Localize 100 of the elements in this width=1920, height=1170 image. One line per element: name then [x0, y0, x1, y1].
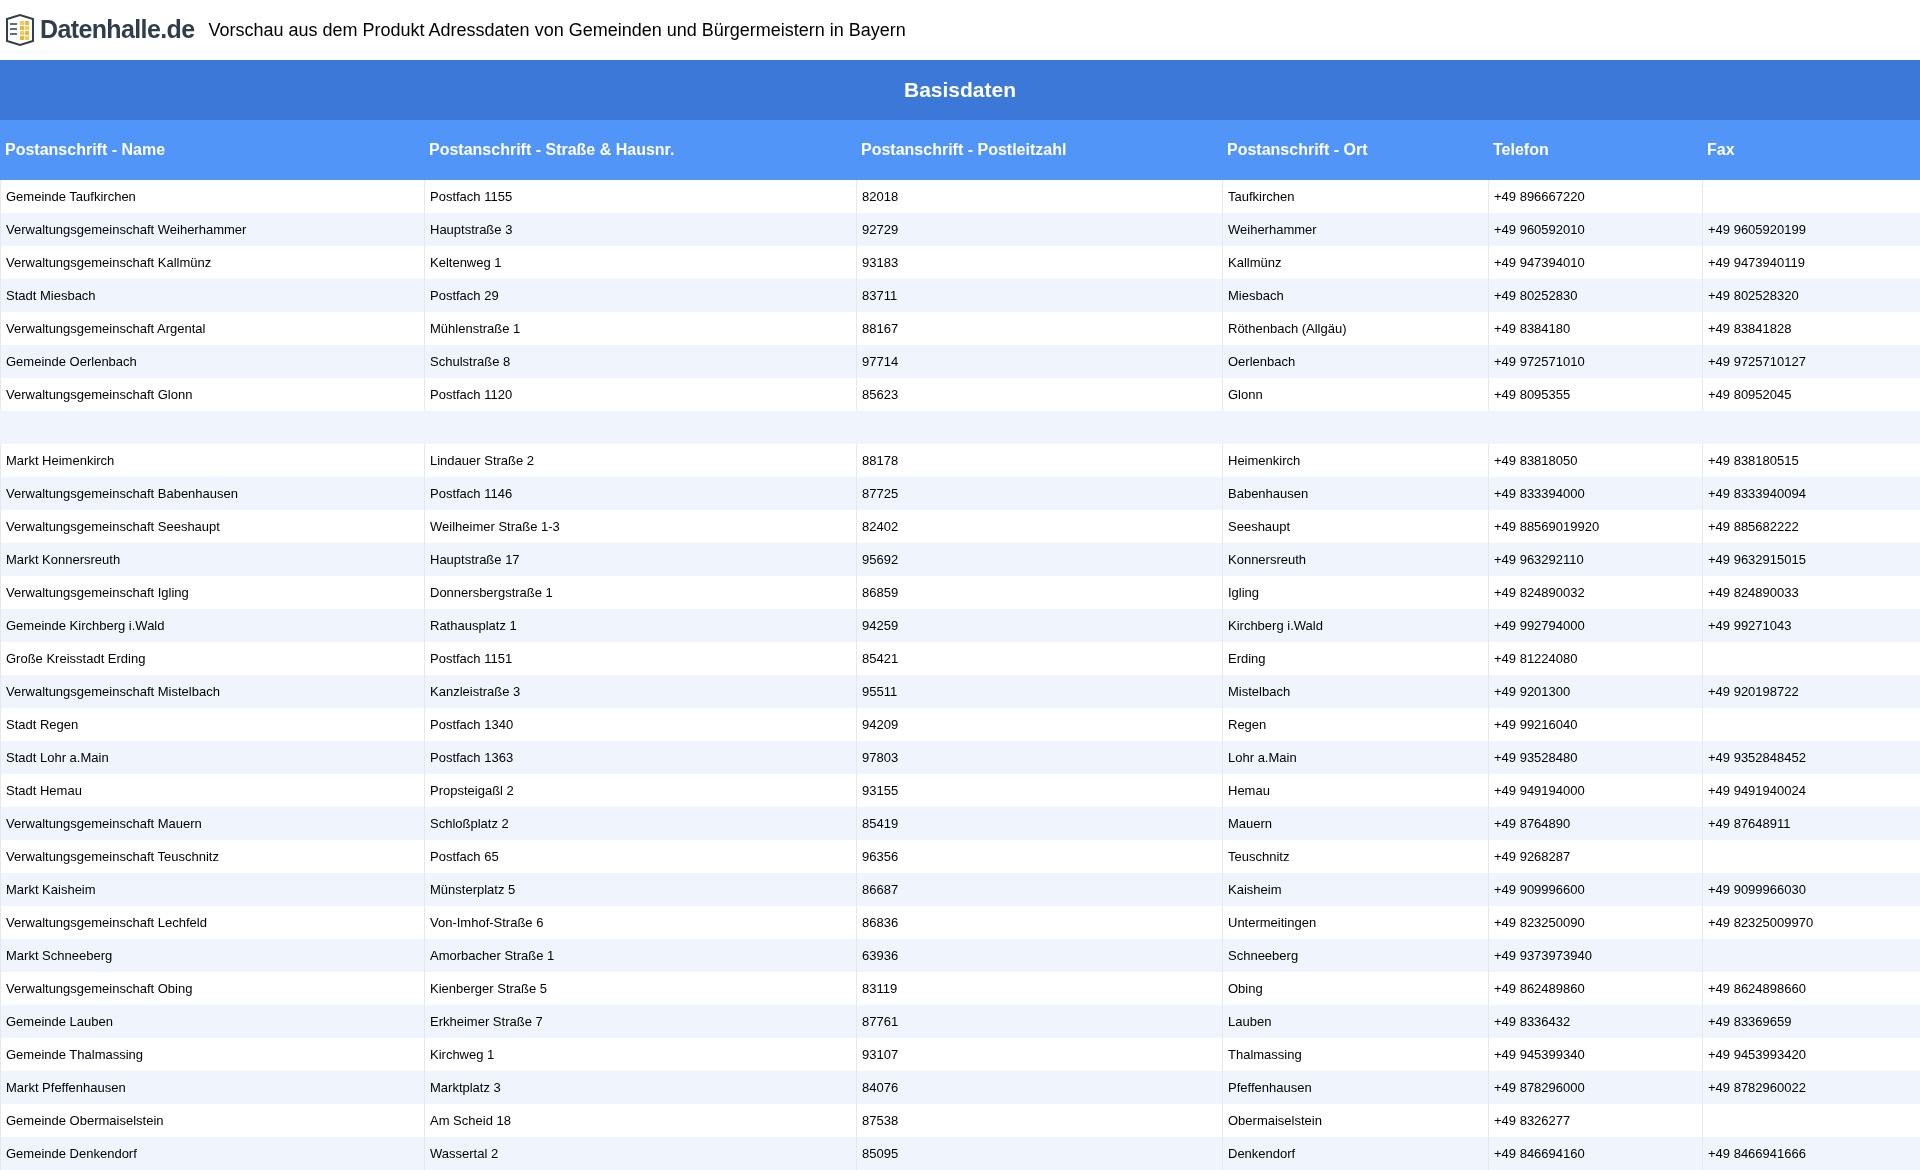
table-cell-text: Postfach 1155 [430, 187, 513, 206]
table-cell-text: Donnersbergstraße 1 [430, 583, 553, 602]
table-cell-text: Röthenbach (Allgäu) [1228, 319, 1347, 338]
table-cell-text: Verwaltungsgemeinschaft Mauern [6, 814, 202, 833]
table-cell-text: +49 9201300 [1494, 682, 1571, 701]
table-cell-text: +49 99216040 [1494, 715, 1578, 734]
table-cell-text: Hauptstraße 3 [430, 220, 513, 239]
table-cell-text: Regen [1228, 715, 1267, 734]
table-cell-text: 86687 [862, 880, 899, 899]
table-cell-text: +49 838180515 [1708, 451, 1799, 470]
table-cell-text: Verwaltungsgemeinschaft Glonn [6, 385, 193, 404]
table-cell-text: 88178 [862, 451, 899, 470]
table-cell-text: 97714 [862, 352, 899, 371]
table-cell-text: +49 9632915015 [1708, 550, 1806, 569]
table-cell-text: Seeshaupt [1228, 517, 1291, 536]
table-cell-text: Propsteigaßl 2 [430, 781, 514, 800]
table-cell-text: 87761 [862, 1012, 899, 1031]
table-cell-text: +49 823250090 [1494, 913, 1585, 932]
table-cell-text: Kirchberg i.Wald [1228, 616, 1323, 635]
table-cell-text: Lauben [1228, 1012, 1272, 1031]
table-cell-text: +49 8333940094 [1708, 484, 1806, 503]
table-cell-text: Schloßplatz 2 [430, 814, 509, 833]
table-cell-text: Kaisheim [1228, 880, 1282, 899]
table-cell-text: Erkheimer Straße 7 [430, 1012, 543, 1031]
table-cell-text: +49 878296000 [1494, 1078, 1585, 1097]
table-cell-text: 95511 [862, 682, 898, 701]
table-cell-text: +49 8624898660 [1708, 979, 1806, 998]
table-cell-text: +49 9099966030 [1708, 880, 1806, 899]
column-header: Postanschrift - Straße & Hausnr. [428, 140, 676, 160]
table-cell-text: Miesbach [1228, 286, 1284, 305]
table-cell-text: Rathausplatz 1 [430, 616, 517, 635]
table-cell-text: 84076 [862, 1078, 899, 1097]
table-cell-text: 93155 [862, 781, 899, 800]
table-cell-text: Markt Kaisheim [6, 880, 96, 899]
table-cell-text: Stadt Hemau [6, 781, 82, 800]
table-cell-text: Stadt Lohr a.Main [6, 748, 109, 767]
table-cell-text: 85419 [862, 814, 899, 833]
table-cell-text: +49 9725710127 [1708, 352, 1806, 371]
table-cell-text: 93183 [862, 253, 899, 272]
table-cell-text: +49 9268287 [1494, 847, 1571, 866]
table-cell-text: Am Scheid 18 [430, 1111, 511, 1130]
table-cell-text: +49 9352848452 [1708, 748, 1806, 767]
table-cell-text: Gemeinde Denkendorf [6, 1144, 137, 1163]
table-cell-text: Hauptstraße 17 [430, 550, 520, 569]
table-cell-text: 83711 [862, 286, 898, 305]
table-cell-text: Denkendorf [1228, 1144, 1296, 1163]
table-cell-text: Von-Imhof-Straße 6 [430, 913, 544, 932]
table-cell-text: 87538 [862, 1111, 899, 1130]
table-cell-text: Stadt Miesbach [6, 286, 96, 305]
table-cell-text: Lohr a.Main [1228, 748, 1297, 767]
table-cell-text: +49 8326277 [1494, 1111, 1571, 1130]
table-cell-text: Pfeffenhausen [1228, 1078, 1312, 1097]
table-cell-text: +49 9373973940 [1494, 946, 1592, 965]
table-cell-text: +49 83841828 [1708, 319, 1792, 338]
table-cell-text: +49 80952045 [1708, 385, 1792, 404]
column-header: Postanschrift - Postleitzahl [860, 140, 1068, 160]
table-cell-text: +49 82325009970 [1708, 913, 1814, 932]
table-cell-text: Untermeitingen [1228, 913, 1317, 932]
column-header: Telefon [1492, 140, 1550, 160]
table-cell-text: Lindauer Straße 2 [430, 451, 535, 470]
table-cell-text: Postfach 1146 [430, 484, 513, 503]
table-cell-text: +49 8764890 [1494, 814, 1571, 833]
table-cell-text: Thalmassing [1228, 1045, 1302, 1064]
table-cell-text: 86859 [862, 583, 899, 602]
table-cell-text: +49 93528480 [1494, 748, 1578, 767]
table-cell-text: +49 802528320 [1708, 286, 1799, 305]
column-header: Fax [1706, 140, 1736, 160]
table-cell-text: +49 909996600 [1494, 880, 1585, 899]
table-cell-text: Weilheimer Straße 1-3 [430, 517, 560, 536]
table-cell-text: +49 8782960022 [1708, 1078, 1806, 1097]
table-cell-text: +49 83818050 [1494, 451, 1578, 470]
table-cell-text: Verwaltungsgemeinschaft Igling [6, 583, 189, 602]
table-cell-text: Teuschnitz [1228, 847, 1290, 866]
table-cell-text: Verwaltungsgemeinschaft Seeshaupt [6, 517, 220, 536]
table-cell-text: Keltenweg 1 [430, 253, 502, 272]
table-cell-text: Taufkirchen [1228, 187, 1295, 206]
table-cell-text: 87725 [862, 484, 899, 503]
table-cell-text: Verwaltungsgemeinschaft Teuschnitz [6, 847, 219, 866]
table-cell-text: +49 8384180 [1494, 319, 1571, 338]
table-cell-text: +49 846694160 [1494, 1144, 1585, 1163]
table-cell-text: +49 972571010 [1494, 352, 1585, 371]
table-cell-text: Gemeinde Kirchberg i.Wald [6, 616, 165, 635]
table-cell-text: Verwaltungsgemeinschaft Obing [6, 979, 193, 998]
table-cell-text: +49 99271043 [1708, 616, 1792, 635]
table-cell-text: 82402 [862, 517, 899, 536]
table-cell-text: Markt Schneeberg [6, 946, 113, 965]
table-cell-text: 82018 [862, 187, 899, 206]
table-cell-text: +49 920198722 [1708, 682, 1799, 701]
table-cell-text: 88167 [862, 319, 899, 338]
column-header: Postanschrift - Ort [1226, 140, 1369, 160]
table-cell-text: Gemeinde Obermaiselstein [6, 1111, 164, 1130]
table-cell-text: 85623 [862, 385, 899, 404]
table-cell-text: +49 862489860 [1494, 979, 1585, 998]
table-cell-text: Kanzleistraße 3 [430, 682, 521, 701]
table-cell-text: Postfach 1340 [430, 715, 514, 734]
table-cell-text: Postfach 1363 [430, 748, 514, 767]
table-cell-text: +49 960592010 [1494, 220, 1585, 239]
table-cell-text: +49 8336432 [1494, 1012, 1571, 1031]
table-cell-text: +49 88569019920 [1494, 517, 1600, 536]
table-cell-text: Weiherhammer [1228, 220, 1317, 239]
